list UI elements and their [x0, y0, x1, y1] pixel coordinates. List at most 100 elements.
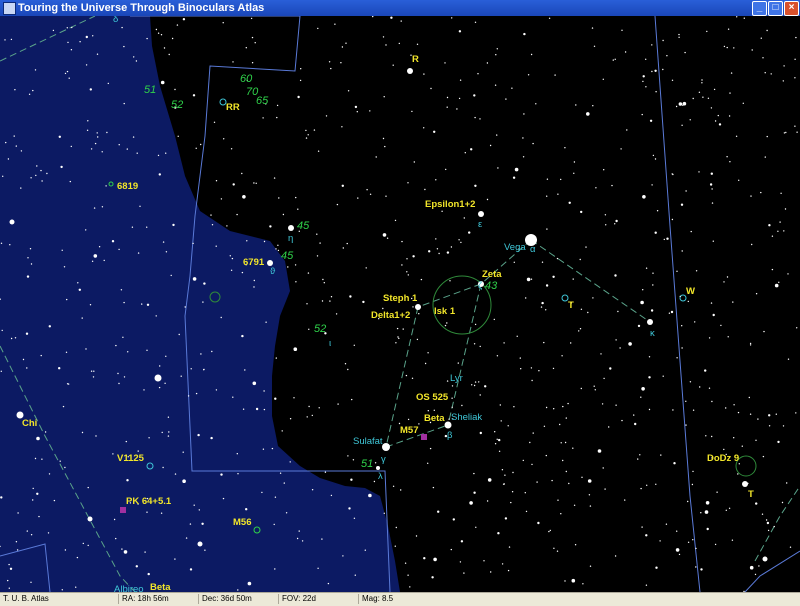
background-star [7, 158, 10, 160]
background-star [158, 173, 161, 176]
background-star [672, 173, 674, 176]
background-star [87, 120, 89, 122]
background-star [593, 385, 595, 387]
background-star [69, 180, 72, 183]
background-star [236, 213, 238, 216]
background-star [494, 84, 497, 86]
background-star [189, 568, 193, 571]
background-star [479, 345, 481, 348]
background-star [619, 347, 621, 349]
background-star [300, 68, 302, 70]
background-star [561, 355, 563, 357]
close-button[interactable]: × [784, 1, 799, 16]
background-star [123, 301, 125, 304]
background-star [155, 315, 157, 317]
background-star [537, 521, 540, 525]
minimize-button[interactable]: _ [752, 1, 767, 16]
background-star [725, 407, 727, 409]
background-star [398, 422, 401, 425]
background-star [589, 565, 592, 567]
background-star [396, 327, 399, 330]
background-star [496, 48, 498, 50]
background-star [203, 282, 206, 285]
background-star [229, 255, 231, 257]
background-star [782, 80, 784, 82]
background-star [400, 489, 402, 491]
background-star [244, 369, 246, 371]
background-star [779, 221, 781, 223]
background-star [274, 496, 277, 498]
background-star [530, 367, 533, 369]
background-star [592, 105, 594, 107]
background-star [473, 472, 475, 475]
background-star [532, 432, 534, 434]
greek-label: λ [378, 471, 383, 482]
background-star [245, 508, 248, 511]
background-star [311, 489, 314, 491]
background-star [382, 307, 384, 310]
background-star [554, 74, 556, 76]
background-star [614, 555, 617, 557]
background-star [698, 171, 700, 173]
background-star [504, 517, 508, 520]
background-star [282, 213, 285, 216]
background-star [424, 188, 426, 191]
background-star [85, 229, 87, 231]
background-star [261, 491, 263, 494]
background-star [416, 338, 419, 341]
star-map[interactable]: R RR 60 70 65 51 52 δ 6819 Epsilon1+2 ε … [0, 16, 800, 592]
background-star [671, 79, 674, 81]
background-star [44, 431, 47, 433]
background-star [777, 230, 779, 232]
background-star [782, 425, 785, 427]
background-star [652, 154, 655, 157]
background-star [633, 414, 635, 416]
background-star [603, 169, 605, 171]
background-star [263, 240, 266, 243]
background-star [642, 75, 645, 78]
background-star [429, 447, 432, 450]
star-label-rr: RR [226, 102, 240, 113]
background-star [296, 537, 299, 540]
background-star [433, 409, 435, 411]
background-star [524, 492, 526, 494]
background-star [222, 497, 225, 500]
background-star [276, 104, 279, 107]
background-star [392, 64, 394, 66]
background-star [165, 251, 168, 253]
background-star [573, 172, 575, 174]
background-star [608, 426, 610, 428]
background-star [587, 311, 589, 314]
background-star [761, 513, 764, 515]
background-star [435, 238, 437, 240]
background-star [685, 424, 687, 426]
greek-label: α [530, 244, 536, 255]
background-star [64, 466, 66, 469]
background-star [15, 541, 18, 543]
background-star [167, 435, 170, 437]
background-star [143, 389, 145, 391]
background-star [67, 383, 70, 385]
background-star [652, 272, 654, 274]
background-star [190, 368, 192, 370]
background-star [10, 38, 13, 41]
background-star [479, 118, 481, 120]
background-star [444, 324, 447, 327]
background-star [322, 278, 324, 281]
background-star [251, 36, 254, 39]
background-star [496, 438, 498, 440]
background-star [185, 537, 188, 539]
maximize-button[interactable]: □ [768, 1, 783, 16]
star-label-t2: T [748, 489, 754, 500]
background-star [461, 404, 463, 407]
background-star [681, 250, 683, 252]
background-star [525, 510, 528, 513]
background-star [41, 180, 43, 182]
background-star [29, 248, 32, 250]
background-star [449, 280, 451, 282]
background-star [352, 459, 355, 461]
background-star [416, 43, 419, 45]
star-map-canvas [0, 16, 800, 592]
background-star [366, 189, 368, 191]
background-star [749, 413, 752, 415]
